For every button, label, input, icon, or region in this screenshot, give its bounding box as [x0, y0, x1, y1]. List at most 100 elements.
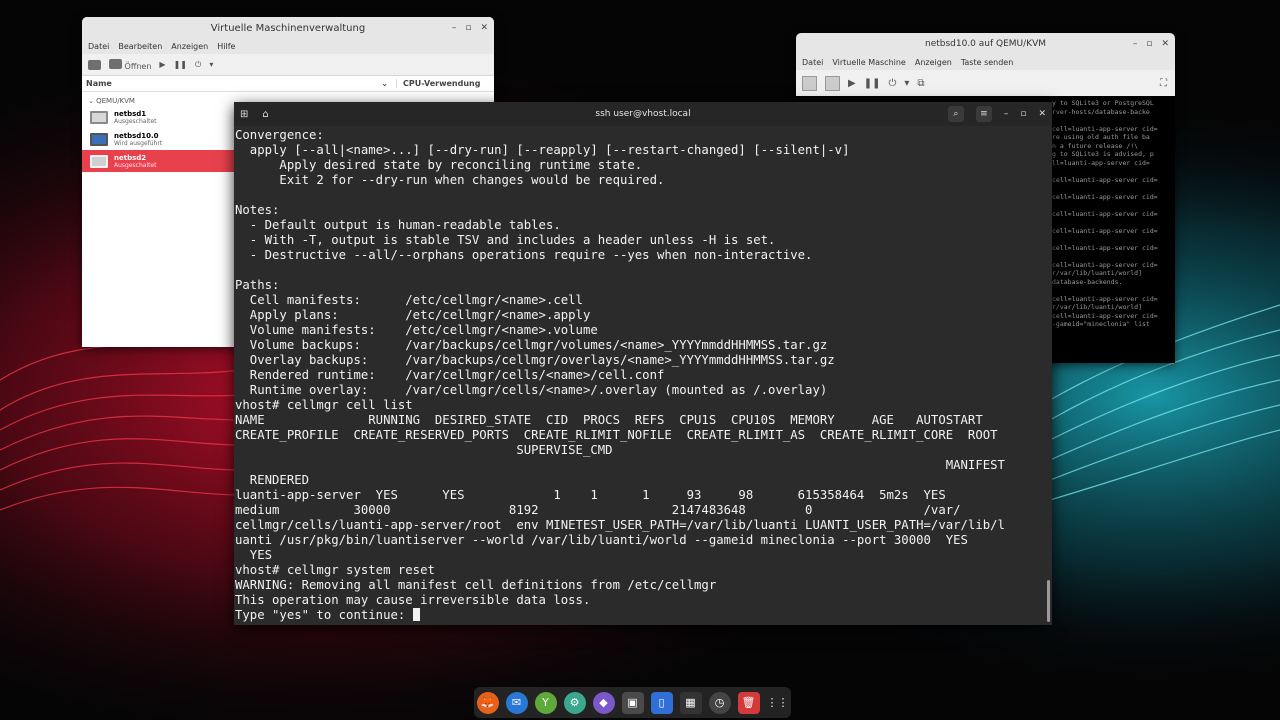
terminal-line-text: Volume backups: /var/backups/cellmgr/vol… — [235, 338, 828, 352]
terminal-line: - Default output is human-readable table… — [235, 218, 561, 233]
menu-anzeigen[interactable]: Anzeigen — [915, 58, 952, 67]
terminal-line-text: Paths: — [235, 278, 280, 292]
minimize-icon[interactable]: – — [1133, 39, 1138, 49]
package-icon[interactable]: ◆ — [592, 691, 615, 714]
terminal-line: - Destructive --all/--orphans operations… — [235, 248, 813, 263]
terminal-line: NAME RUNNING DESIRED_STATE CID PROCS REF… — [235, 413, 983, 428]
console-line: cell=luanti-app-server cid= — [1052, 175, 1158, 184]
close-icon[interactable]: ✕ — [1038, 109, 1046, 119]
close-icon[interactable]: ✕ — [480, 23, 488, 33]
terminal-line-text: - Default output is human-readable table… — [235, 218, 561, 232]
vm-running-icon — [90, 132, 108, 146]
terminal-line-text: medium 30000 8192 2147483648 0 /var/ — [235, 503, 961, 517]
fullscreen-icon[interactable]: ⛶ — [1160, 78, 1167, 89]
terminal-line-text: uanti /usr/pkg/bin/luantiserver --world … — [235, 533, 968, 547]
terminal-line: Runtime overlay: /var/cellmgr/cells/<nam… — [235, 383, 827, 398]
close-icon[interactable]: ✕ — [1161, 39, 1169, 49]
console-line: n a future release /!\ — [1052, 141, 1139, 150]
terminal-line: Notes: — [235, 203, 279, 218]
minimize-icon[interactable]: – — [1004, 109, 1009, 119]
vm-state: Ausgeschaltet — [114, 117, 157, 125]
minimize-icon[interactable]: – — [452, 23, 457, 33]
terminal-line-text: Notes: — [235, 203, 280, 217]
console-line: cell=luanti-app-server cid= — [1052, 260, 1158, 269]
console-line: ll=luanti-app-server cid= — [1052, 158, 1150, 167]
menu-bearbeiten[interactable]: Bearbeiten — [118, 42, 162, 51]
terminal-headerbar: ⊞ ⌂ ssh user@vhost.local ⌕ ≡ – ▫ ✕ — [234, 102, 1052, 126]
terminal-line-text: SUPERVISE_CMD — [235, 443, 613, 457]
terminal-line: YES — [235, 548, 272, 563]
vmm-toolbar: Öffnen ▶ ❚❚ ⏻ ▾ — [82, 54, 494, 76]
console-line: r/var/lib/luanti/world] — [1052, 303, 1143, 311]
text-cursor — [412, 608, 420, 621]
power-icon[interactable]: ⏻ — [888, 78, 896, 89]
console-line: database-backends. — [1052, 277, 1123, 286]
chevron-down-icon[interactable]: ▾ — [904, 78, 909, 89]
pause-icon[interactable]: ❚❚ — [174, 60, 187, 69]
chevron-down-icon[interactable]: ⌄ — [381, 79, 388, 88]
console-view-icon[interactable] — [802, 75, 817, 91]
thunderbird-icon[interactable]: ✉ — [505, 691, 528, 714]
power-icon[interactable]: ⏻ — [195, 60, 201, 70]
console-line: cell=luanti-app-server cid= — [1052, 311, 1158, 320]
app-grid-icon[interactable]: ⋮⋮ — [767, 692, 789, 714]
play-icon[interactable]: ▶ — [848, 78, 856, 89]
maximize-icon[interactable]: ▫ — [1146, 39, 1152, 49]
terminal-line-text: Rendered runtime: /var/cellmgr/cells/<na… — [235, 368, 665, 382]
details-view-icon[interactable] — [825, 75, 840, 91]
vm-name: netbsd10.0 — [114, 131, 159, 140]
console-line: cell=luanti-app-server cid= — [1052, 294, 1158, 303]
play-icon[interactable]: ▶ — [159, 60, 165, 69]
terminal-line-text: - Destructive --all/--orphans operations… — [235, 248, 813, 262]
menu-anzeigen[interactable]: Anzeigen — [171, 42, 208, 51]
terminal-line-text: Convergence: — [235, 128, 324, 142]
terminal-scrollbar[interactable] — [1047, 580, 1050, 622]
snapshots-icon[interactable]: ⧉ — [917, 78, 924, 89]
menu-virtuelle-maschine[interactable]: Virtuelle Maschine — [832, 58, 906, 67]
terminal-line: Paths: — [235, 278, 279, 293]
terminal-line: RENDERED — [235, 473, 309, 488]
menu-datei[interactable]: Datei — [88, 42, 109, 51]
firefox-icon[interactable]: 🦊 — [476, 691, 499, 714]
terminal-line-text: Type "yes" to continue: — [235, 608, 413, 622]
clock-icon[interactable]: ◷ — [708, 691, 731, 714]
settings-icon[interactable]: ⚙ — [563, 691, 586, 714]
terminal-title: ssh user@vhost.local — [595, 109, 691, 119]
new-vm-icon[interactable] — [88, 59, 101, 70]
terminal-line: SUPERVISE_CMD — [235, 443, 613, 458]
terminal-line: This operation may cause irreversible da… — [235, 593, 590, 608]
terminal-line-text: Cell manifests: /etc/cellmgr/<name>.cell — [235, 293, 583, 307]
vim-icon[interactable]: Y — [534, 691, 557, 714]
phone-icon[interactable]: ▯ — [650, 691, 673, 714]
trash-icon[interactable]: 🗑 — [737, 691, 760, 714]
terminal-line: Apply desired state by reconciling runti… — [235, 158, 642, 173]
search-icon[interactable]: ⌕ — [947, 106, 964, 122]
hamburger-menu-icon[interactable]: ≡ — [975, 106, 992, 122]
console-line: y to SQLite3 or PostgreSQL — [1052, 99, 1154, 107]
terminal-output[interactable]: Convergence: apply [--all|<name>...] [--… — [234, 126, 1052, 625]
column-name[interactable]: Name — [86, 79, 112, 88]
open-button[interactable]: Öffnen — [109, 58, 151, 71]
virt-manager-icon[interactable]: ▦ — [679, 691, 702, 714]
new-tab-icon[interactable]: ⊞ — [240, 109, 248, 120]
menu-hilfe[interactable]: Hilfe — [217, 42, 235, 51]
pause-icon[interactable]: ❚❚ — [864, 78, 881, 89]
menu-datei[interactable]: Datei — [802, 58, 823, 67]
terminal-line-text: cellmgr/cells/luanti-app-server/root env… — [235, 518, 1005, 532]
vm-off-icon — [90, 110, 108, 124]
console-line: cell=luanti-app-server cid= — [1052, 209, 1158, 218]
terminal-line-text: MANIFEST — [235, 458, 1005, 472]
terminal-line-text: apply [--all|<name>...] [--dry-run] [--r… — [235, 143, 850, 157]
maximize-icon[interactable]: ▫ — [1020, 109, 1026, 119]
terminal-line: MANIFEST — [235, 458, 1005, 473]
menu-taste-senden[interactable]: Taste senden — [961, 58, 1013, 67]
chevron-down-icon[interactable]: ▾ — [209, 60, 213, 69]
maximize-icon[interactable]: ▫ — [465, 23, 471, 33]
terminal-line-text: - With -T, output is stable TSV and incl… — [235, 233, 776, 247]
column-cpu[interactable]: CPU-Verwendung — [396, 79, 480, 88]
terminal-icon[interactable]: ▣ — [621, 691, 644, 714]
terminal-line-text: Overlay backups: /var/backups/cellmgr/ov… — [235, 353, 835, 367]
qemu-title: netbsd10.0 auf QEMU/KVM — [924, 39, 1046, 49]
terminal-line: - With -T, output is stable TSV and incl… — [235, 233, 776, 248]
console-line: rver-hosts/database-backe — [1052, 107, 1150, 116]
